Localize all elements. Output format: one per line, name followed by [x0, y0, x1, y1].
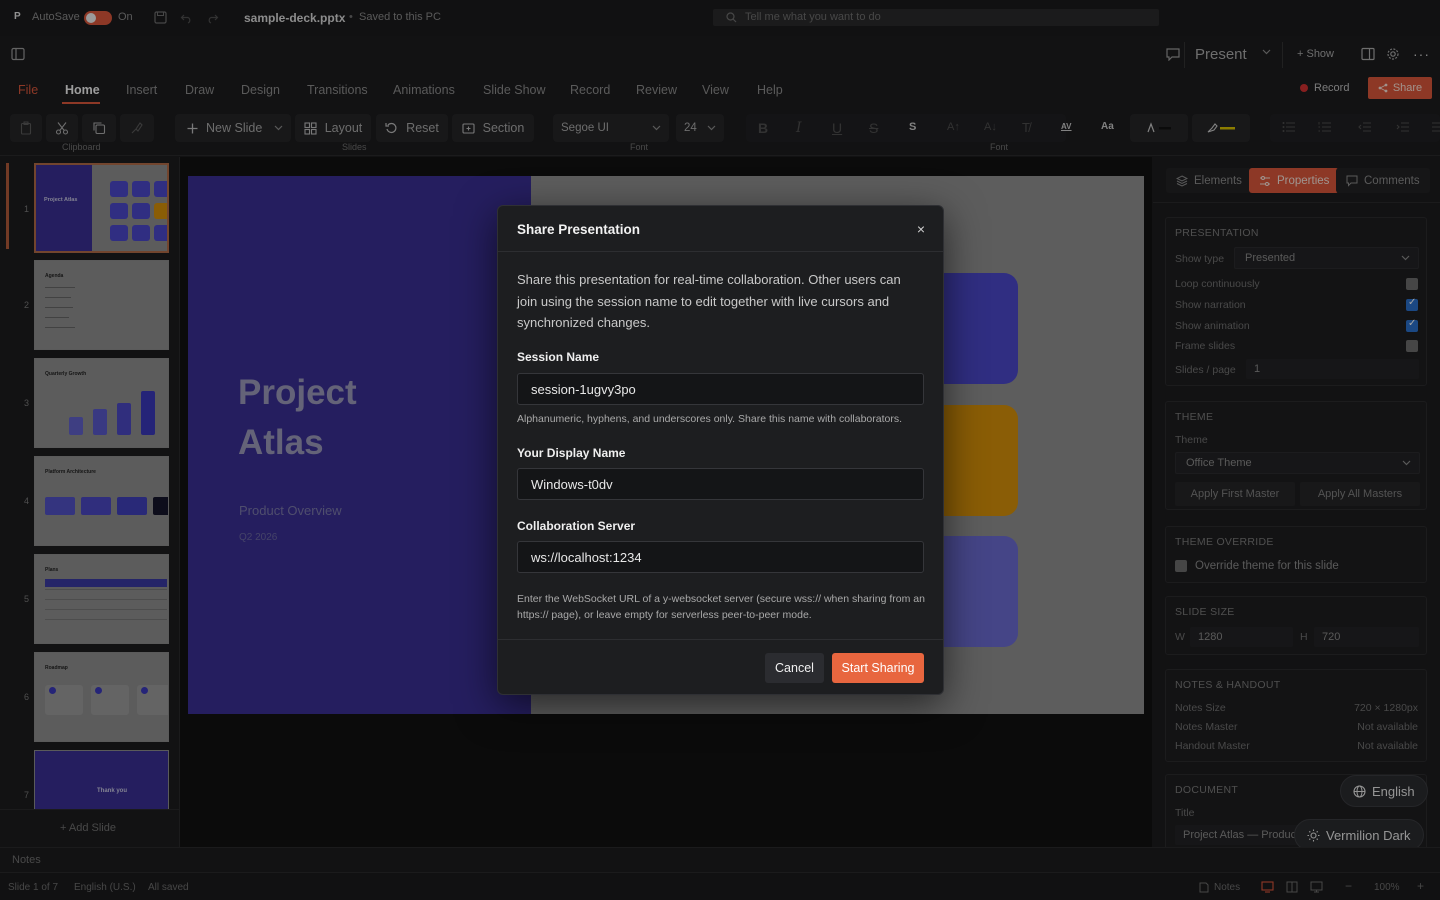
- session-name-input[interactable]: [517, 373, 924, 405]
- dialog-header: Share Presentation ×: [498, 206, 943, 252]
- start-sharing-button[interactable]: Start Sharing: [832, 653, 924, 683]
- dialog-description: Share this presentation for real-time co…: [517, 272, 901, 330]
- dialog-title: Share Presentation: [517, 222, 641, 237]
- session-name-hint: Alphanumeric, hyphens, and underscores o…: [517, 413, 903, 425]
- session-name-label: Session Name: [517, 350, 600, 364]
- collaboration-server-input[interactable]: [517, 541, 924, 573]
- dialog-footer: Cancel Start Sharing: [498, 639, 943, 696]
- collaboration-server-hint: Enter the WebSocket URL of a y-websocket…: [517, 593, 925, 621]
- collaboration-server-label: Collaboration Server: [517, 519, 636, 533]
- display-name-input[interactable]: [517, 468, 924, 500]
- cancel-button[interactable]: Cancel: [765, 653, 824, 683]
- display-name-label: Your Display Name: [517, 446, 626, 460]
- share-presentation-dialog: Share Presentation × Share this presenta…: [497, 205, 944, 695]
- close-icon[interactable]: ×: [917, 221, 925, 237]
